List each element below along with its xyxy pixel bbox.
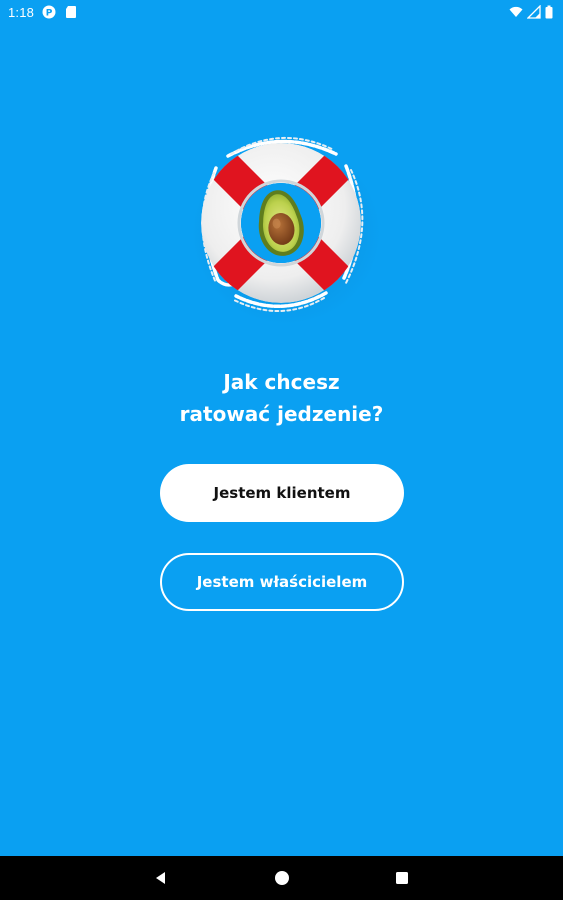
navigation-bar [0, 856, 563, 900]
headline-line-2: ratować jedzenie? [179, 402, 384, 426]
status-left: 1:18 P [8, 5, 78, 20]
home-icon[interactable] [272, 868, 292, 888]
battery-icon [545, 5, 553, 19]
headline-line-1: Jak chcesz [223, 370, 340, 394]
screen: 1:18 P Jak chcesz ratować jedzenie? Jest… [0, 0, 563, 900]
client-button[interactable]: Jestem klientem [160, 464, 404, 522]
signal-icon [526, 4, 541, 19]
back-icon[interactable] [151, 868, 171, 888]
lifebuoy-avocado-illustration [176, 118, 386, 328]
status-time: 1:18 [8, 4, 35, 20]
wifi-icon [509, 5, 523, 19]
recents-icon[interactable] [392, 868, 412, 888]
status-bar: 1:18 P [0, 0, 563, 24]
owner-button[interactable]: Jestem właścicielem [160, 553, 404, 611]
svg-text:P: P [46, 9, 53, 19]
sd-card-icon [64, 5, 78, 19]
p-notification-icon: P [42, 5, 56, 19]
status-right [509, 4, 553, 19]
headline: Jak chcesz ratować jedzenie? [0, 366, 563, 430]
